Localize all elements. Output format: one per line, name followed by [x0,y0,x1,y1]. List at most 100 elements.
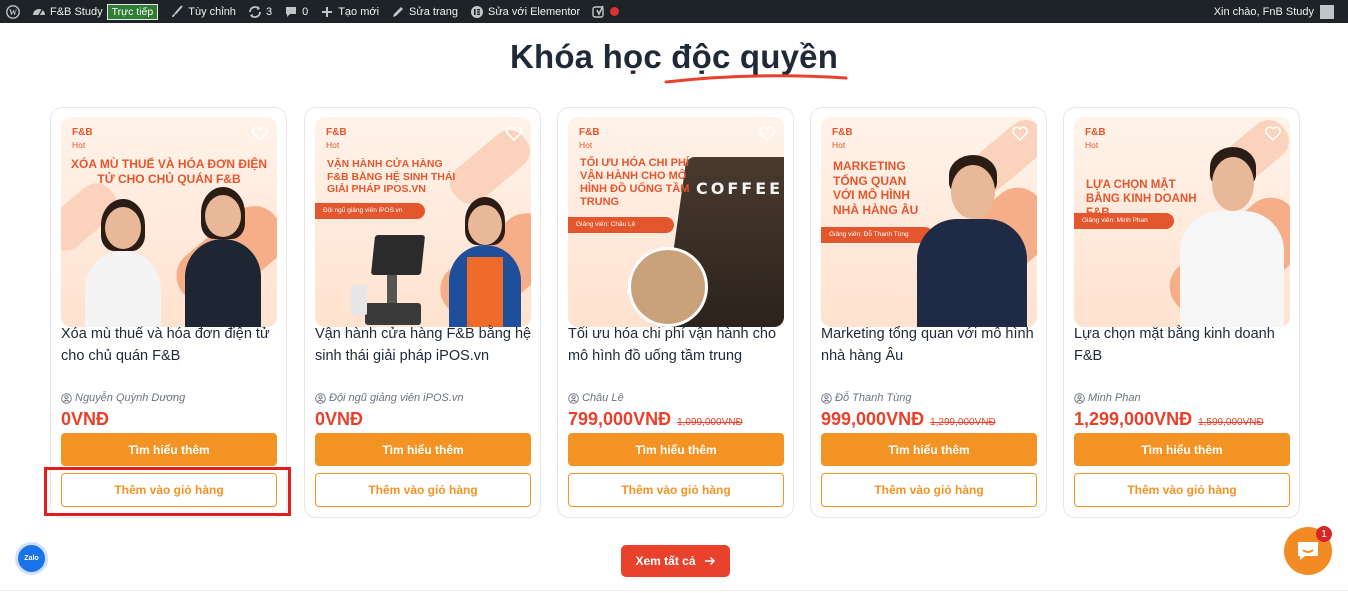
instructor-photo [913,155,1031,327]
hot-tag: Hot [72,140,86,150]
course-thumbnail[interactable]: F&B Hot Vận hành cửa hàng F&B bằng hệ si… [315,117,531,327]
thumb-instructor-pill: Giảng viên: Châu Lê [568,217,674,233]
thumb-headline: Xóa mù thuế và hóa đơn điện tử cho chủ q… [70,157,268,186]
add-to-cart-button[interactable]: Thêm vào giỏ hàng [568,473,784,507]
thumb-headline: Vận hành cửa hàng F&B bằng hệ sinh thái … [327,158,456,195]
thumb-instructor-pill: Giảng viên: Minh Phan [1074,213,1174,229]
author-name: Minh Phan [1088,392,1141,404]
course-thumbnail[interactable]: COFFEE F&B Hot Tối ưu hóa chi phí vận hà… [568,117,784,327]
highlight-annotation-box [44,467,291,516]
course-thumbnail[interactable]: F&B Hot Marketing tổng quan với mô hình … [821,117,1037,327]
learn-more-button[interactable]: Tìm hiểu thêm [61,433,277,466]
current-price: 999,000VNĐ [821,409,925,429]
price-row: 799,000VNĐ 1,099,000VNĐ [568,409,743,430]
original-price: 1,099,000VNĐ [677,417,743,428]
add-to-cart-button[interactable]: Thêm vào giỏ hàng [821,473,1037,507]
user-icon [315,392,326,404]
brand-logo: F&B [832,127,853,138]
course-title[interactable]: Lựa chọn mặt bằng kinh doanh F&B [1074,323,1292,367]
heart-icon[interactable] [251,126,269,142]
course-card: COFFEE F&B Hot Tối ưu hóa chi phí vận hà… [557,107,794,518]
current-price: 1,299,000VNĐ [1074,409,1193,429]
user-icon [568,392,579,404]
course-author: Đội ngũ giảng viên iPOS.vn [315,392,464,404]
author-name: Nguyễn Quỳnh Dương [75,392,186,404]
see-all-button[interactable]: Xem tất cả [621,545,730,577]
comments-count: 0 [302,5,309,18]
comment-icon [284,5,298,19]
hot-tag: Hot [326,140,340,150]
updates-count: 3 [265,5,273,18]
course-thumbnail[interactable]: F&B Hot Xóa mù thuế và hóa đơn điện tử c… [61,117,277,327]
seo-status-dot [610,7,620,16]
course-title[interactable]: Xóa mù thuế và hóa đơn điện tử cho chủ q… [61,323,279,367]
heart-icon[interactable] [505,126,523,142]
original-price: 1,299,000VNĐ [930,417,996,428]
course-thumbnail[interactable]: F&B Hot Lựa chọn mặt bằng kinh doanh F&B… [1074,117,1290,327]
heart-icon[interactable] [1011,126,1029,142]
learn-more-button[interactable]: Tìm hiểu thêm [821,433,1037,466]
price-row: 999,000VNĐ 1,299,000VNĐ [821,409,996,430]
pencil-icon [391,5,405,19]
brand-logo: F&B [72,127,93,138]
learn-more-button[interactable]: Tìm hiểu thêm [1074,433,1290,466]
user-icon [61,392,72,404]
updates-link[interactable]: 3 [242,0,278,23]
edit-elementor-link[interactable]: Sửa với Elementor [464,0,586,23]
brand-logo: F&B [326,127,347,138]
user-icon [821,392,832,404]
course-author: Nguyễn Quỳnh Dương [61,392,185,404]
course-title[interactable]: Marketing tổng quan với mô hình nhà hàng… [821,323,1039,367]
seo-menu[interactable] [586,0,625,23]
course-title[interactable]: Tối ưu hóa chi phí vận hành cho mô hình … [568,323,786,367]
price-row: 0VNĐ [61,409,109,430]
new-content-menu[interactable]: Tạo mới [314,0,385,23]
customize-label: Tùy chỉnh [188,5,236,18]
updates-icon [248,5,262,19]
brand-logo: F&B [579,127,600,138]
new-label: Tạo mới [338,5,380,18]
coffee-sign: COFFEE [696,179,784,198]
site-name-menu[interactable]: F&B Study Trực tiếp [26,0,164,23]
user-greeting[interactable]: Xin chào, FnB Study [1214,6,1314,18]
course-card: F&B Hot Vận hành cửa hàng F&B bằng hệ si… [304,107,541,518]
zalo-chat-button[interactable]: Zalo [15,542,48,575]
edit-page-label: Sửa trang [409,5,458,18]
add-to-cart-button[interactable]: Thêm vào giỏ hàng [315,473,531,507]
user-avatar[interactable] [1320,4,1334,19]
course-title[interactable]: Vận hành cửa hàng F&B bằng hệ sinh thái … [315,323,533,367]
edit-elementor-label: Sửa với Elementor [487,5,581,18]
learn-more-button[interactable]: Tìm hiểu thêm [315,433,531,466]
wordpress-icon: W [6,4,20,19]
instructor-photo [1178,147,1286,327]
learn-more-button[interactable]: Tìm hiểu thêm [568,433,784,466]
hot-tag: Hot [1085,140,1099,150]
admin-bar: W F&B Study Trực tiếp Tùy chỉnh 3 0 Tạo … [0,0,1348,23]
course-card: F&B Hot Lựa chọn mặt bằng kinh doanh F&B… [1063,107,1300,518]
course-card: F&B Hot Xóa mù thuế và hóa đơn điện tử c… [50,107,287,518]
add-to-cart-button[interactable]: Thêm vào giỏ hàng [1074,473,1290,507]
see-all-label: Xem tất cả [635,554,696,568]
plus-icon [320,5,334,19]
customize-link[interactable]: Tùy chỉnh [164,0,242,23]
author-name: Đội ngũ giảng viên iPOS.vn [329,392,464,404]
author-name: Châu Lê [582,392,624,404]
zalo-label: Zalo [24,555,39,562]
instructor-photo [445,197,525,327]
brush-icon [170,4,184,19]
heart-icon[interactable] [758,126,776,142]
thumb-headline: Marketing tổng quan với mô hình nhà hàng… [833,159,919,217]
wordpress-logo-menu[interactable]: W [0,0,26,23]
price-row: 1,299,000VNĐ 1,599,000VNĐ [1074,409,1264,430]
pos-terminal [351,235,426,325]
heart-icon[interactable] [1264,126,1282,142]
comments-link[interactable]: 0 [278,0,314,23]
title-underline-swoosh [664,74,848,84]
brand-logo: F&B [1085,127,1106,138]
edit-page-link[interactable]: Sửa trang [385,0,464,23]
course-author: Châu Lê [568,392,624,404]
elementor-icon [470,5,484,19]
course-card: F&B Hot Marketing tổng quan với mô hình … [810,107,1047,518]
hot-tag: Hot [579,140,593,150]
author-name: Đỗ Thanh Tùng [835,392,912,404]
